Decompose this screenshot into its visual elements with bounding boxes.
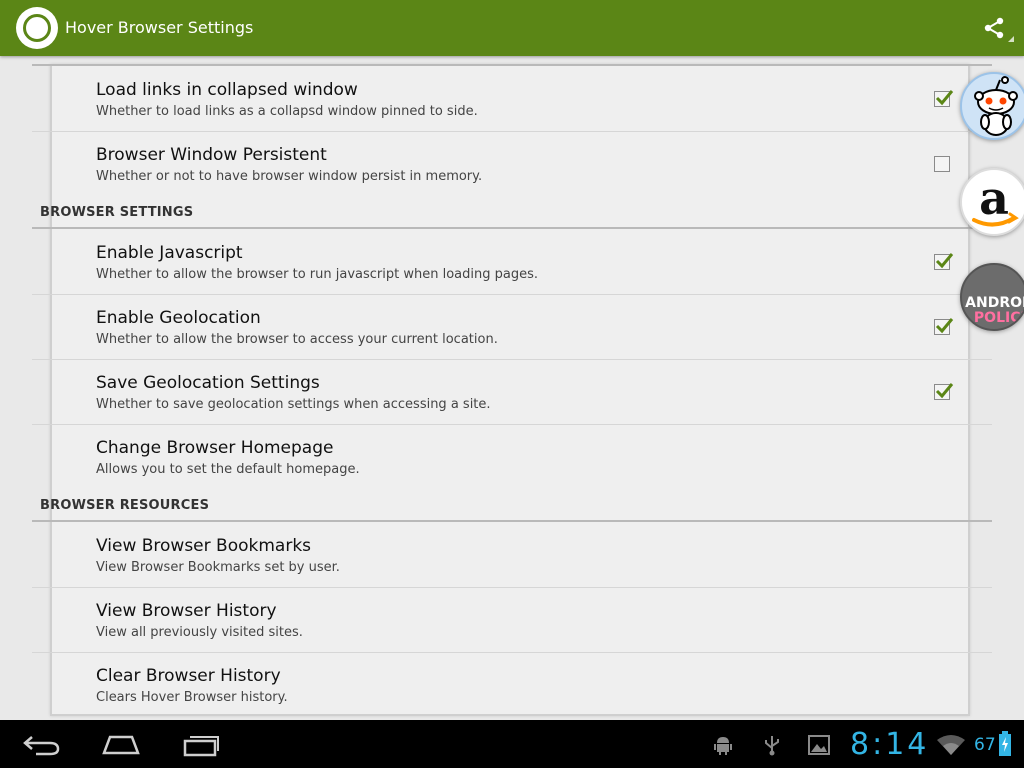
setting-summary: View all previously visited sites. (96, 625, 303, 640)
divider (32, 359, 992, 360)
action-bar: Hover Browser Settings (0, 0, 1024, 56)
load-links-checkbox[interactable] (934, 90, 954, 107)
divider (32, 587, 992, 588)
category-browser-settings: BROWSER SETTINGS (40, 205, 194, 220)
usb-icon (765, 736, 779, 756)
home-icon[interactable] (101, 733, 141, 757)
setting-title: Enable Geolocation (96, 308, 261, 328)
setting-summary: Whether or not to have browser window pe… (96, 169, 483, 184)
battery-icon (999, 731, 1011, 756)
setting-load-links-collapsed[interactable]: Load links in collapsed window Whether t… (32, 80, 992, 132)
back-icon[interactable] (22, 733, 62, 757)
android-police-bubble[interactable]: ANDROID POLICE (960, 263, 1024, 331)
setting-view-bookmarks[interactable]: View Browser Bookmarks View Browser Book… (32, 536, 992, 588)
bubble-text-line-1: ANDROID (965, 295, 1024, 311)
share-icon[interactable] (982, 16, 1006, 40)
setting-summary: View Browser Bookmarks set by user. (96, 560, 340, 575)
page-title: Hover Browser Settings (65, 18, 254, 37)
javascript-checkbox[interactable] (934, 253, 954, 270)
geolocation-checkbox[interactable] (934, 318, 954, 335)
setting-save-geolocation[interactable]: Save Geolocation Settings Whether to sav… (32, 373, 992, 425)
divider (32, 294, 992, 295)
android-debug-icon (714, 737, 732, 755)
wifi-icon (937, 735, 965, 755)
battery-percentage: 67 (974, 735, 996, 755)
setting-title: Load links in collapsed window (96, 80, 358, 100)
reddit-alien-icon (974, 76, 1018, 136)
setting-title: Enable Javascript (96, 243, 243, 263)
category-browser-resources: BROWSER RESOURCES (40, 498, 210, 513)
setting-clear-history[interactable]: Clear Browser History Clears Hover Brows… (32, 666, 992, 718)
hover-browser-logo-icon[interactable] (16, 7, 58, 49)
amazon-bubble[interactable]: a (960, 168, 1024, 236)
svg-text:a: a (979, 171, 1009, 225)
setting-enable-geolocation[interactable]: Enable Geolocation Whether to allow the … (32, 308, 992, 360)
category-divider (32, 227, 992, 229)
setting-summary: Whether to allow the browser to access y… (96, 332, 498, 347)
divider (32, 64, 992, 66)
divider (32, 652, 992, 653)
divider (32, 131, 992, 132)
setting-change-homepage[interactable]: Change Browser Homepage Allows you to se… (32, 438, 992, 490)
setting-title: Change Browser Homepage (96, 438, 334, 458)
gallery-icon (808, 735, 830, 755)
setting-title: Browser Window Persistent (96, 145, 327, 165)
category-divider (32, 520, 992, 522)
setting-title: View Browser Bookmarks (96, 536, 312, 556)
setting-view-history[interactable]: View Browser History View all previously… (32, 601, 992, 653)
setting-title: Clear Browser History (96, 666, 281, 686)
overflow-indicator (1008, 36, 1014, 42)
reddit-bubble[interactable] (960, 72, 1024, 140)
persistent-checkbox[interactable] (934, 156, 950, 172)
settings-list: Load links in collapsed window Whether t… (0, 56, 1024, 720)
setting-summary: Clears Hover Browser history. (96, 690, 288, 705)
divider (32, 424, 992, 425)
setting-summary: Whether to save geolocation settings whe… (96, 397, 491, 412)
amazon-a-icon: a (972, 171, 1019, 227)
recents-icon[interactable] (182, 733, 222, 757)
clock: 8:14 (850, 727, 930, 762)
setting-window-persistent[interactable]: Browser Window Persistent Whether or not… (32, 145, 992, 197)
setting-title: Save Geolocation Settings (96, 373, 320, 393)
setting-title: View Browser History (96, 601, 277, 621)
save-geolocation-checkbox[interactable] (934, 383, 954, 400)
setting-summary: Whether to load links as a collapsd wind… (96, 104, 478, 119)
setting-summary: Allows you to set the default homepage. (96, 462, 360, 477)
setting-enable-javascript[interactable]: Enable Javascript Whether to allow the b… (32, 243, 992, 295)
bubble-text-line-2: POLICE (973, 310, 1024, 326)
setting-summary: Whether to allow the browser to run java… (96, 267, 538, 282)
